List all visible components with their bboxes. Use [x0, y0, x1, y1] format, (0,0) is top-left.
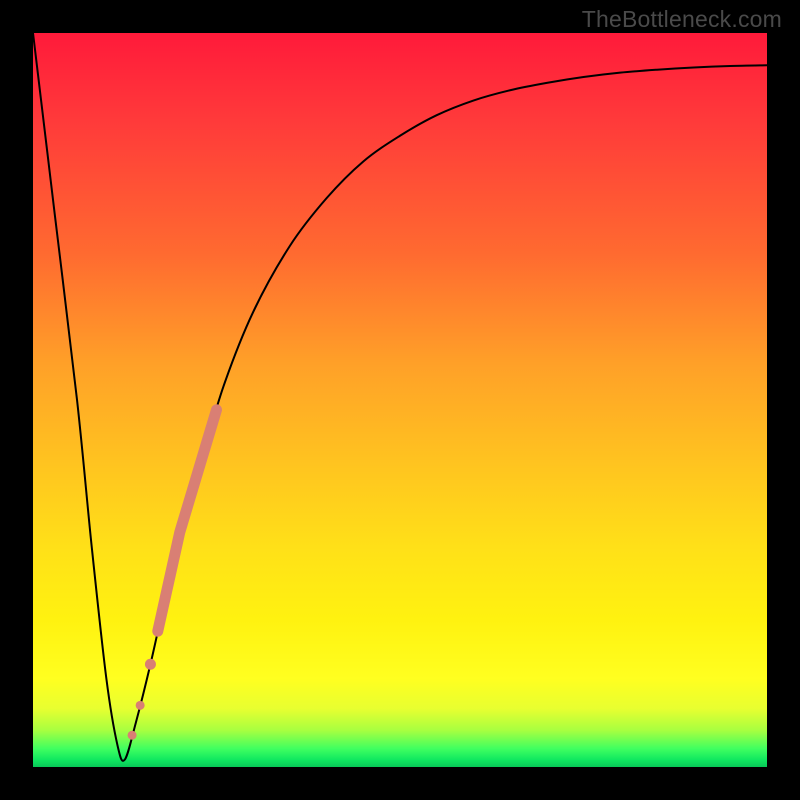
- curve-group: [33, 33, 767, 761]
- bottleneck-curve: [33, 33, 767, 761]
- chart-svg: [33, 33, 767, 767]
- marker-dot: [128, 731, 137, 740]
- watermark-text: TheBottleneck.com: [582, 6, 782, 33]
- marker-dot: [136, 701, 145, 710]
- marker-segment-thick: [158, 410, 217, 631]
- marker-dot: [145, 659, 156, 670]
- chart-frame: TheBottleneck.com: [0, 0, 800, 800]
- plot-area: [33, 33, 767, 767]
